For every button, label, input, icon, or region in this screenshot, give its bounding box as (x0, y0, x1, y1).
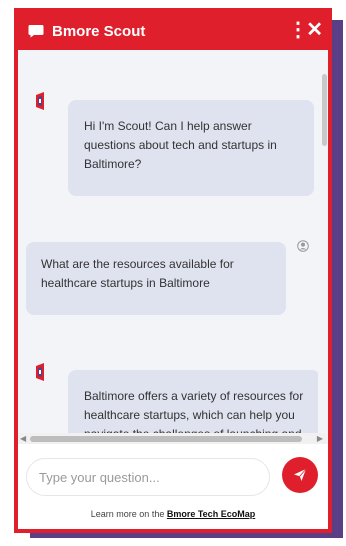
user-message: What are the resources available for hea… (26, 242, 286, 315)
close-icon[interactable]: ✕ (306, 17, 323, 42)
ecomap-link[interactable]: Bmore Tech EcoMap (167, 509, 255, 519)
more-options-icon[interactable]: ⋮ (288, 17, 308, 42)
message-list[interactable]: Hi I'm Scout! Can I help answer question… (18, 50, 328, 444)
scout-logo-icon (36, 92, 44, 110)
chat-title: Bmore Scout (52, 22, 146, 40)
scout-logo-icon (36, 363, 44, 381)
chat-header: Bmore Scout ⋮ ✕ (18, 12, 328, 50)
scroll-left-icon[interactable]: ◀ (20, 434, 26, 443)
horizontal-scrollbar[interactable]: ◀ ▶ (18, 433, 326, 444)
user-avatar-icon (297, 240, 309, 252)
vertical-scrollbar[interactable] (318, 50, 328, 444)
paper-plane-icon (294, 468, 307, 481)
question-input[interactable] (26, 458, 270, 496)
vertical-scroll-thumb[interactable] (322, 74, 327, 146)
bot-message: Hi I'm Scout! Can I help answer question… (68, 100, 314, 196)
composer (18, 444, 328, 499)
send-button[interactable] (282, 457, 318, 493)
footer: Learn more on the Bmore Tech EcoMap (18, 502, 328, 527)
horizontal-scroll-thumb[interactable] (30, 436, 302, 442)
footer-text: Learn more on the (90, 509, 167, 519)
chat-bubble-icon (28, 25, 44, 38)
scroll-right-icon[interactable]: ▶ (317, 434, 323, 443)
chat-widget: Bmore Scout ⋮ ✕ Hi I'm Scout! Can I help… (14, 8, 332, 533)
